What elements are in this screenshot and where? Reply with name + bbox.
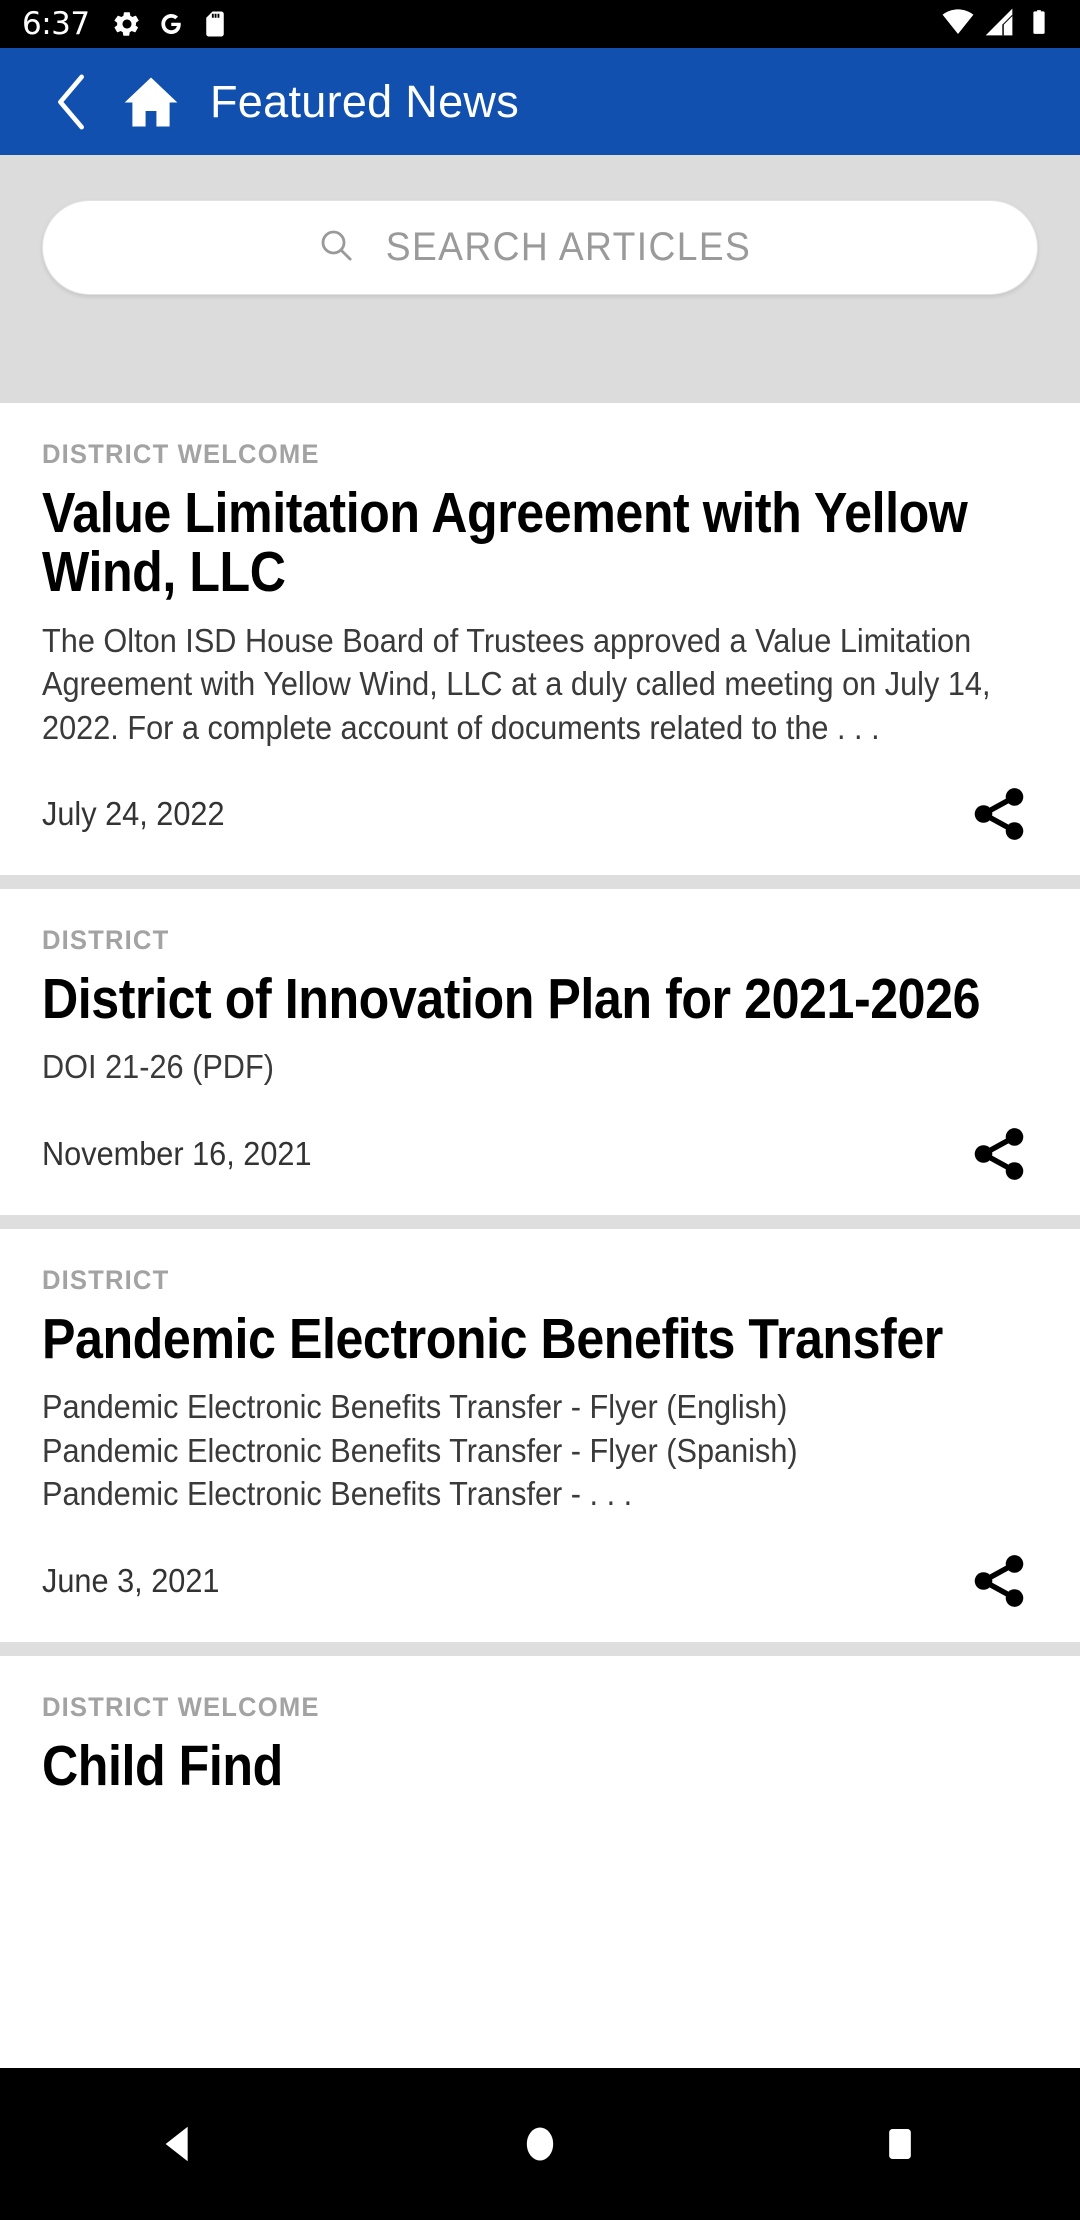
recents-square-icon[interactable] xyxy=(840,2084,960,2204)
home-icon[interactable] xyxy=(120,71,182,133)
article-summary: DOI 21-26 (PDF) xyxy=(42,1048,274,1086)
android-nav-bar xyxy=(0,2068,1080,2220)
article-item[interactable]: DISTRICT Pandemic Electronic Benefits Tr… xyxy=(0,1228,1080,1642)
article-item[interactable]: DISTRICT WELCOME Child Find xyxy=(0,1655,1080,1797)
page-title: Featured News xyxy=(210,75,520,127)
article-item[interactable]: DISTRICT WELCOME Value Limitation Agreem… xyxy=(0,403,1080,876)
google-g-icon xyxy=(156,9,186,39)
article-summary: The Olton ISD House Board of Trustees ap… xyxy=(42,621,991,746)
share-icon[interactable] xyxy=(968,1123,1038,1185)
list-divider xyxy=(0,875,1080,890)
article-meta-row: June 3, 2021 xyxy=(42,1550,1038,1642)
article-headline[interactable]: Pandemic Electronic Benefits Transfer xyxy=(42,1309,1032,1369)
wifi-icon xyxy=(942,6,974,43)
article-date: July 24, 2022 xyxy=(42,795,225,833)
article-category: DISTRICT xyxy=(42,925,170,956)
gear-icon xyxy=(112,9,142,39)
search-icon xyxy=(316,225,356,270)
battery-icon xyxy=(1024,6,1054,43)
status-bar: 6:37 xyxy=(0,0,1080,48)
article-date: June 3, 2021 xyxy=(42,1561,220,1599)
article-date: November 16, 2021 xyxy=(42,1134,312,1172)
articles-list[interactable]: DISTRICT WELCOME Value Limitation Agreem… xyxy=(0,403,1080,2068)
article-headline[interactable]: Value Limitation Agreement with Yellow W… xyxy=(42,483,1032,603)
search-section: SEARCH ARTICLES xyxy=(0,155,1080,403)
cellular-signal-icon xyxy=(983,6,1015,43)
search-input[interactable]: SEARCH ARTICLES xyxy=(42,200,1038,295)
status-bar-clock: 6:37 xyxy=(22,6,90,42)
article-category: DISTRICT WELCOME xyxy=(42,1691,320,1722)
article-category: DISTRICT WELCOME xyxy=(42,439,320,469)
article-summary: Pandemic Electronic Benefits Transfer - … xyxy=(42,1388,798,1513)
list-divider xyxy=(0,1214,1080,1229)
search-placeholder: SEARCH ARTICLES xyxy=(385,225,751,269)
share-icon[interactable] xyxy=(968,1550,1038,1612)
home-circle-icon[interactable] xyxy=(480,2084,600,2204)
share-icon[interactable] xyxy=(968,783,1038,845)
back-chevron-icon[interactable] xyxy=(48,73,96,131)
article-meta-row: July 24, 2022 xyxy=(42,783,1038,875)
sd-card-icon xyxy=(200,9,230,39)
article-headline[interactable]: Child Find xyxy=(42,1736,1032,1796)
article-headline[interactable]: District of Innovation Plan for 2021-202… xyxy=(42,969,1032,1029)
article-meta-row: November 16, 2021 xyxy=(42,1123,1038,1215)
status-bar-right-icons xyxy=(942,6,1058,43)
article-item[interactable]: DISTRICT District of Innovation Plan for… xyxy=(0,889,1080,1215)
list-divider xyxy=(0,1641,1080,1656)
back-triangle-icon[interactable] xyxy=(120,2084,240,2204)
app-bar: Featured News xyxy=(0,48,1080,155)
article-category: DISTRICT xyxy=(42,1264,170,1295)
